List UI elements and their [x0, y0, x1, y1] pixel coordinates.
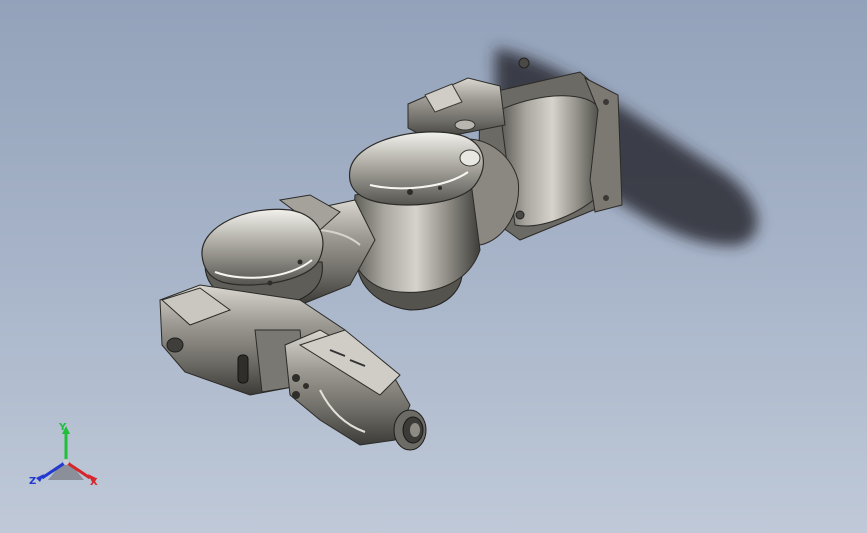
y-axis-label: Y	[59, 422, 67, 433]
robot-arm-model[interactable]	[0, 0, 867, 533]
coordinate-triad: Y Z X	[26, 420, 106, 492]
triad-origin	[63, 459, 69, 465]
tool-flange[interactable]	[393, 409, 427, 451]
graphics-viewport[interactable]: Y Z X	[0, 0, 867, 533]
z-axis-label: Z	[29, 476, 37, 487]
shoulder-joint[interactable]	[348, 131, 484, 311]
x-axis-label: X	[90, 477, 98, 488]
wrist-unit[interactable]	[284, 329, 411, 446]
